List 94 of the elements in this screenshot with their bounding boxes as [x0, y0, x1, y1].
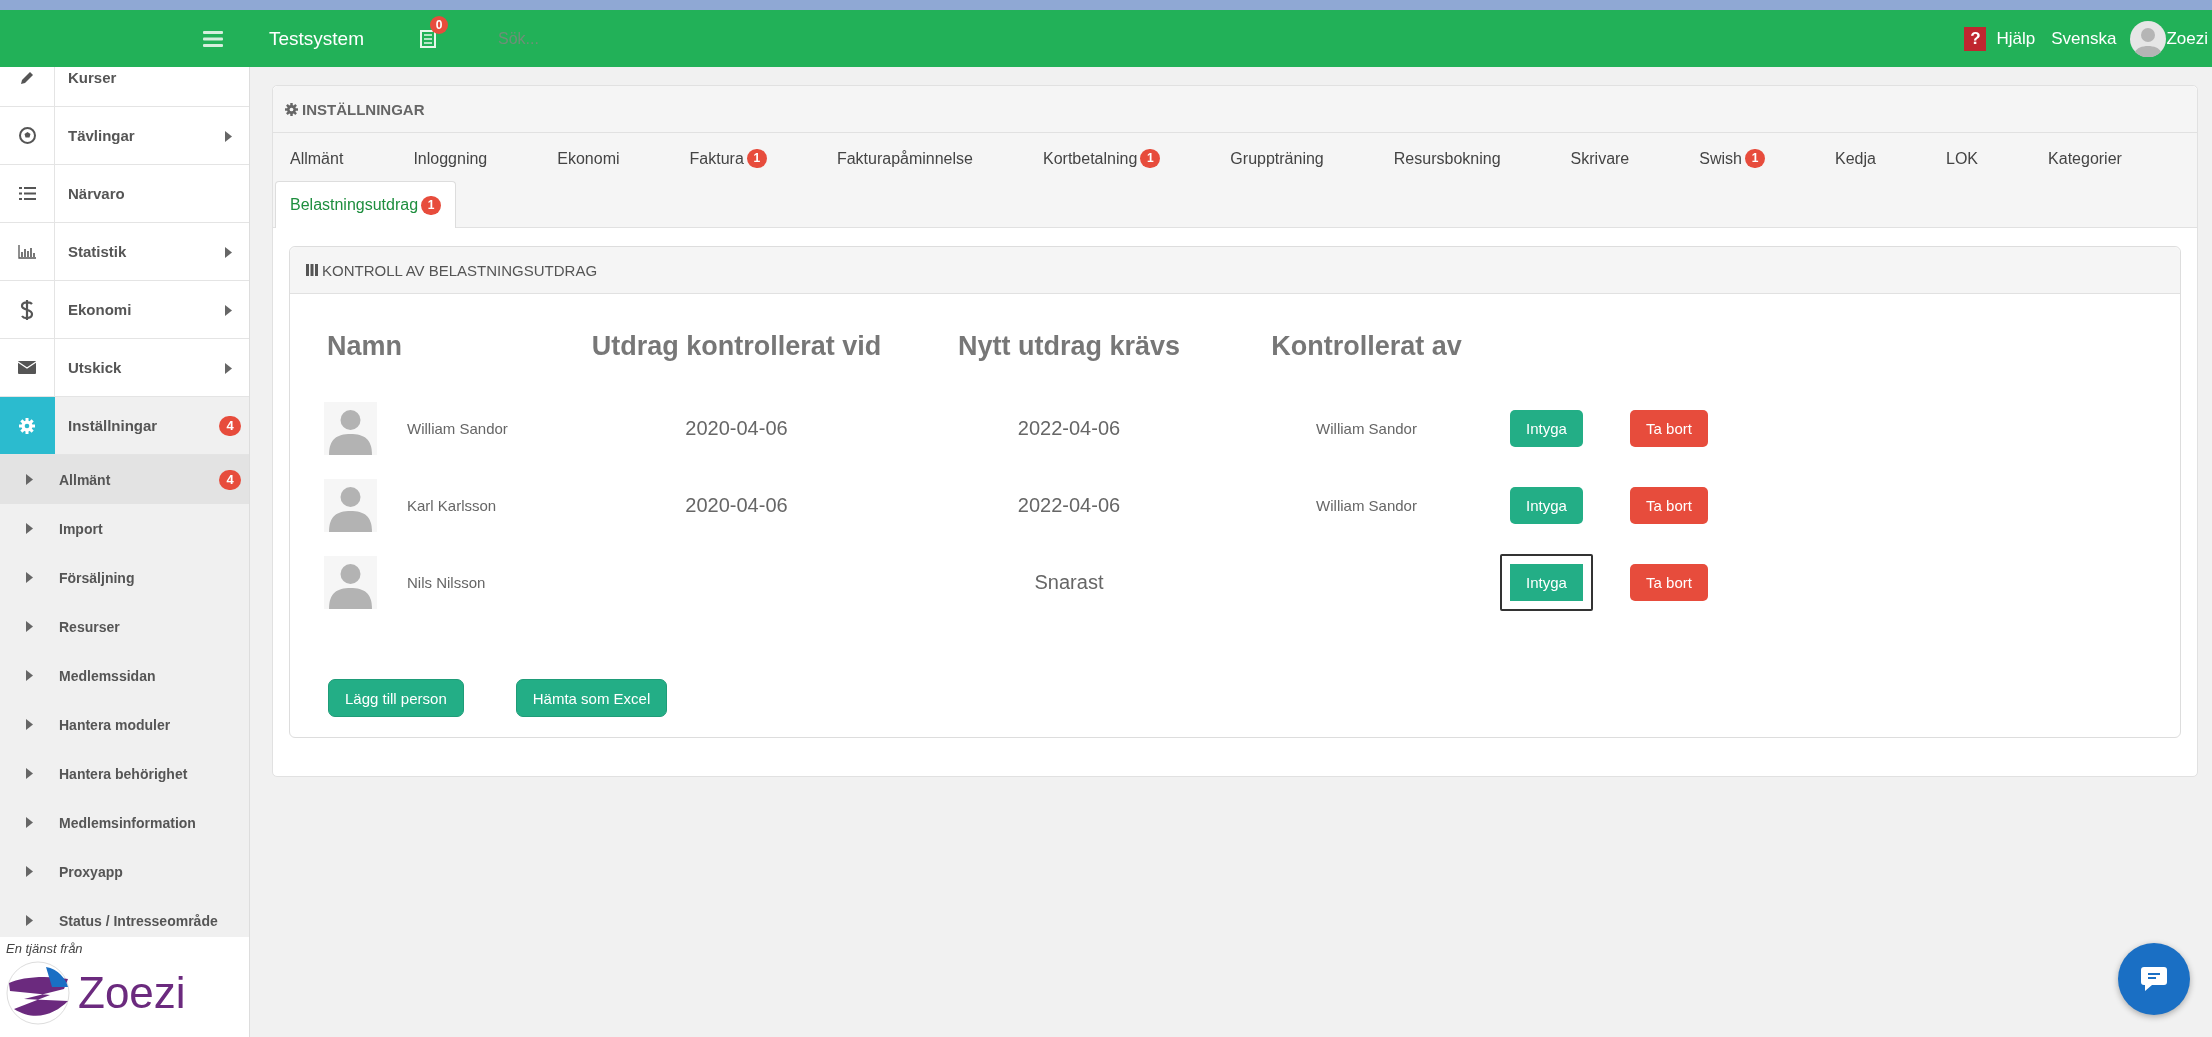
caret-icon [225, 363, 232, 374]
help-icon[interactable]: ? [1964, 26, 1987, 51]
submenu-item[interactable]: Status / Intresseområde [0, 896, 249, 937]
notification-badge: 0 [430, 15, 449, 34]
sidebar-item[interactable]: Inställningar 4 [0, 397, 249, 455]
search-field[interactable]: Sök... [496, 28, 701, 49]
submenu-item[interactable]: Hantera behörighet [0, 749, 249, 798]
count-badge: 1 [1140, 149, 1161, 168]
checker-name: William Sandor [1316, 420, 1417, 437]
sidebar-item[interactable]: Ekonomi [0, 281, 249, 339]
submenu-item[interactable]: Försäljning [0, 553, 249, 602]
sidebar-item[interactable]: Närvaro [0, 165, 249, 223]
caret-icon [225, 305, 232, 316]
settings-tab[interactable]: Skrivare [1555, 135, 1645, 181]
avatar-icon[interactable] [2130, 20, 2167, 57]
avatar-icon [324, 479, 377, 532]
settings-tab[interactable]: LOK [1931, 135, 1994, 181]
sidebar-item[interactable]: Tävlingar [0, 107, 249, 165]
submenu-item[interactable]: Hantera moduler [0, 700, 249, 749]
column-header: Nytt utdrag krävs [956, 330, 1182, 362]
settings-tab[interactable]: Kedja [1820, 135, 1891, 181]
settings-tab[interactable]: Kortbetalning 1 [1028, 135, 1176, 181]
caret-icon [26, 572, 33, 583]
settings-tab[interactable]: Swish 1 [1684, 135, 1780, 181]
pencil-icon [19, 69, 35, 86]
chat-button[interactable] [2118, 943, 2190, 1015]
caret-icon [26, 915, 33, 926]
avatar-icon [324, 402, 377, 455]
settings-tab[interactable]: Fakturapåminnelse [821, 135, 988, 181]
avatar-icon [324, 556, 377, 609]
delete-button[interactable]: Ta bort [1630, 410, 1708, 447]
count-badge: 1 [1745, 149, 1765, 168]
submenu-item[interactable]: Resurser [0, 602, 249, 651]
list-icon[interactable] [420, 29, 437, 48]
grid-icon [306, 264, 318, 276]
person-name: Karl Karlsson [407, 497, 497, 514]
sidebar-item[interactable]: Statistik [0, 223, 249, 281]
section-title: KONTROLL AV BELASTNINGSUTDRAG [322, 261, 598, 279]
submenu-item[interactable]: Medlemsinformation [0, 798, 249, 847]
settings-tab[interactable]: Allmänt [275, 135, 359, 181]
settings-tab[interactable]: Belastningsutdrag 1 [275, 181, 457, 228]
column-header: Kontrollerat av [1270, 330, 1463, 362]
settings-tab[interactable]: Ekonomi [542, 135, 635, 181]
count-badge: 1 [421, 195, 442, 215]
chat-icon [2140, 966, 2168, 992]
logo-icon [6, 961, 70, 1025]
settings-tab[interactable]: Faktura 1 [674, 135, 782, 181]
column-header: Utdrag kontrollerat vid [590, 330, 883, 362]
caret-icon [26, 474, 33, 485]
date-text: 2022-04-06 [1017, 494, 1121, 517]
caret-icon [225, 131, 232, 142]
checker-name: William Sandor [1316, 497, 1417, 514]
date-text: 2022-04-06 [1017, 417, 1121, 440]
submenu-item[interactable]: Medlemssidan [0, 651, 249, 700]
settings-tab[interactable]: Inloggning [398, 135, 503, 181]
submenu-item[interactable]: Import [0, 504, 249, 553]
count-badge: 1 [746, 149, 767, 168]
caret-icon [26, 670, 33, 681]
list-icon [18, 187, 36, 200]
submenu-item[interactable]: Allmänt 4 [0, 455, 249, 504]
column-header: Namn [326, 330, 403, 362]
ball-icon [18, 127, 36, 144]
caret-icon [26, 523, 33, 534]
envelope-icon [18, 361, 36, 374]
footer-caption: En tjänst från [6, 941, 83, 956]
date-text: 2020-04-06 [685, 494, 788, 517]
count-badge: 4 [219, 469, 241, 490]
bar-chart-icon [18, 244, 36, 259]
date-text: 2020-04-06 [685, 417, 788, 440]
caret-icon [225, 247, 232, 258]
logo-text: Zoezi [78, 968, 186, 1018]
dollar-icon [20, 298, 34, 321]
caret-icon [26, 817, 33, 828]
gear-icon [285, 102, 298, 116]
caret-icon [26, 768, 33, 779]
caret-icon [26, 866, 33, 877]
delete-button[interactable]: Ta bort [1630, 487, 1708, 524]
delete-button[interactable]: Ta bort [1630, 564, 1708, 601]
caret-icon [26, 719, 33, 730]
submenu-item[interactable]: Proxyapp [0, 847, 249, 896]
person-name: William Sandor [407, 420, 508, 437]
menu-icon[interactable] [203, 30, 223, 47]
sidebar-item[interactable]: Utskick [0, 339, 249, 397]
caret-icon [26, 621, 33, 632]
sidebar-item[interactable]: Kurser [0, 67, 249, 107]
gear-icon [19, 417, 35, 434]
date-text: Snarast [1034, 571, 1104, 594]
settings-tab[interactable]: Resursbokning [1378, 135, 1516, 181]
person-name: Nils Nilsson [407, 574, 486, 591]
settings-tab[interactable]: Kategorier [2033, 135, 2137, 181]
settings-tab[interactable]: Gruppträning [1215, 135, 1339, 181]
panel-title: INSTÄLLNINGAR [302, 100, 425, 118]
system-title: Testsystem [269, 27, 365, 50]
count-badge: 4 [219, 415, 241, 436]
